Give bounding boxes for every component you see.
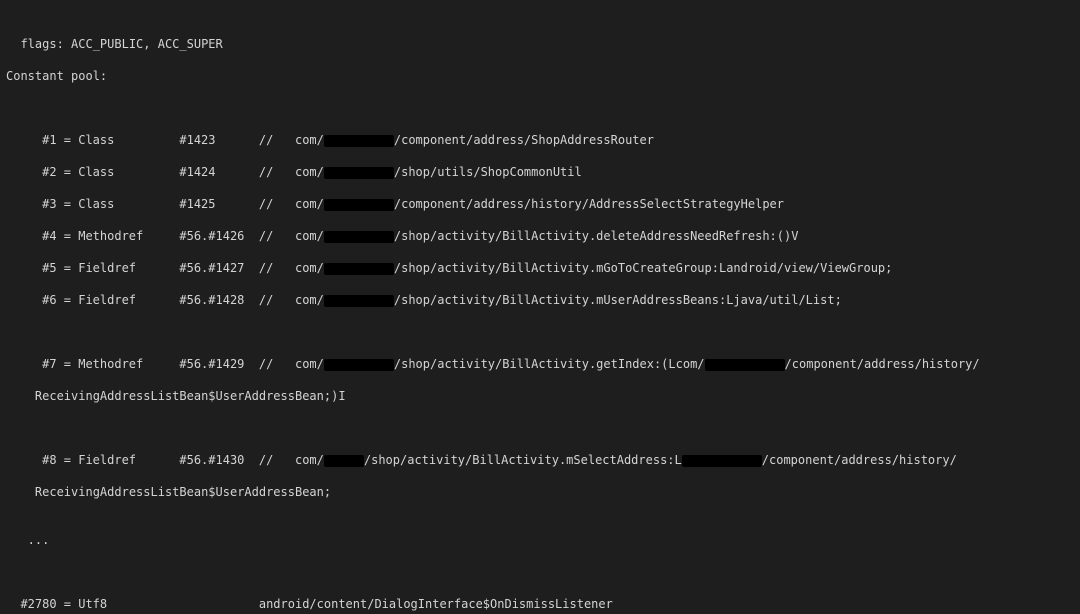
redacted-text bbox=[324, 295, 394, 307]
cp-row: #1=Class#1423// com//component/address/S… bbox=[6, 132, 1074, 148]
cp-row: #4=Methodref#56.#1426// com//shop/activi… bbox=[6, 228, 1074, 244]
cp-row: #2=Class#1424// com//shop/utils/ShopComm… bbox=[6, 164, 1074, 180]
redacted-text bbox=[324, 231, 394, 243]
constant-pool-header: Constant pool: bbox=[6, 68, 1074, 84]
cp-ellipsis: ... bbox=[6, 532, 1074, 548]
cp-row-wrap: ReceivingAddressListBean$UserAddressBean… bbox=[6, 388, 1074, 404]
redacted-text bbox=[324, 359, 394, 371]
javap-output-viewport[interactable]: flags: ACC_PUBLIC, ACC_SUPER Constant po… bbox=[0, 0, 1080, 614]
redacted-text bbox=[324, 263, 394, 275]
redacted-text bbox=[324, 167, 394, 179]
cp-row: #2780=Utf8android/content/DialogInterfac… bbox=[6, 596, 1074, 612]
cp-row: #7=Methodref#56.#1429// com//shop/activi… bbox=[6, 356, 1074, 372]
redacted-text bbox=[324, 135, 394, 147]
cp-row-wrap: ReceivingAddressListBean$UserAddressBean… bbox=[6, 484, 1074, 500]
redacted-text bbox=[324, 455, 364, 467]
redacted-text bbox=[705, 359, 785, 371]
cp-row: #3=Class#1425// com//component/address/h… bbox=[6, 196, 1074, 212]
cp-row: #5=Fieldref#56.#1427// com//shop/activit… bbox=[6, 260, 1074, 276]
redacted-text bbox=[324, 199, 394, 211]
cp-row: #8=Fieldref#56.#1430// com//shop/activit… bbox=[6, 452, 1074, 468]
cp-row: #6=Fieldref#56.#1428// com//shop/activit… bbox=[6, 292, 1074, 308]
redacted-text bbox=[682, 455, 762, 467]
class-flags-line: flags: ACC_PUBLIC, ACC_SUPER bbox=[6, 36, 1074, 52]
